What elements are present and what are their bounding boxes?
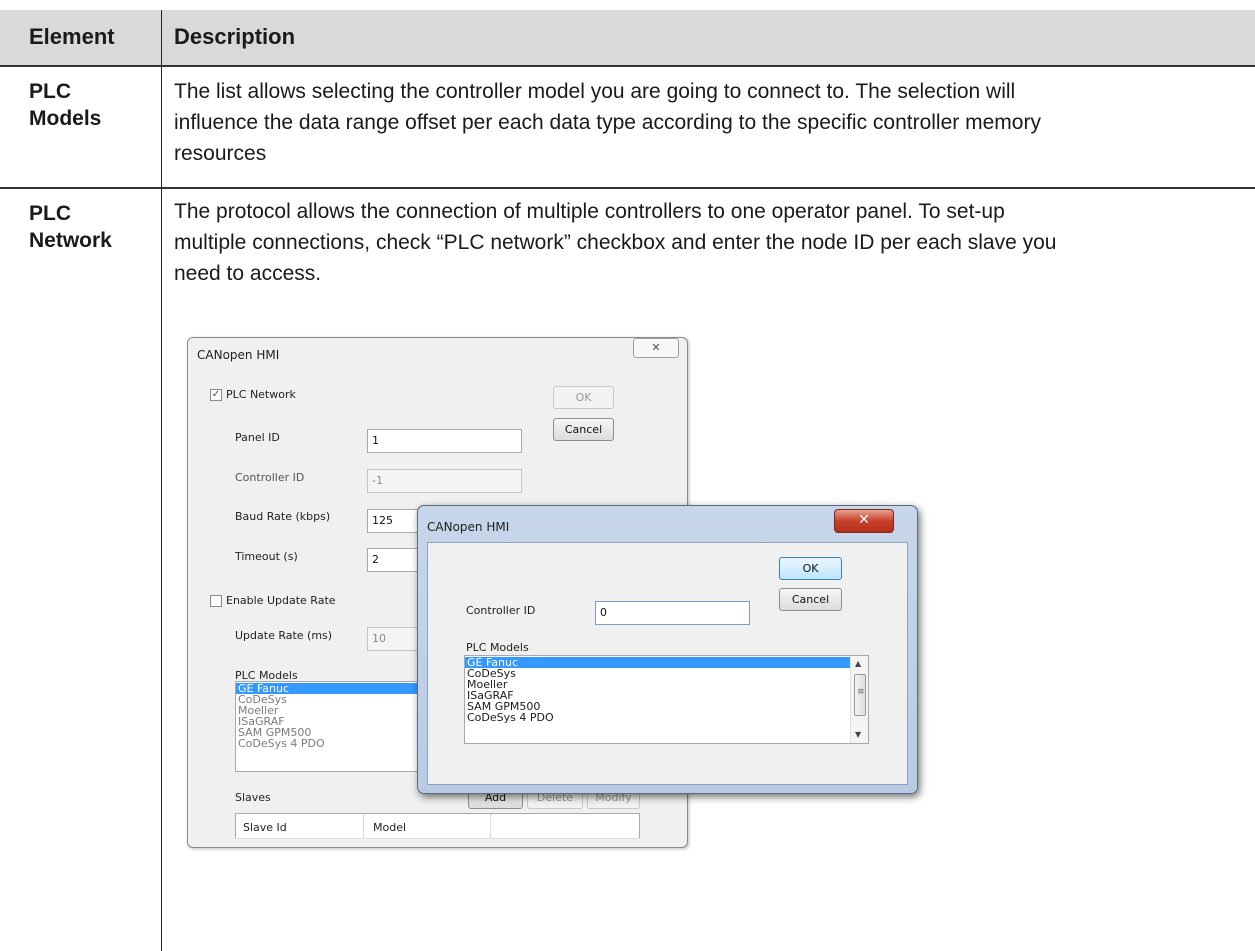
description-line: need to access. xyxy=(174,262,322,285)
list-item[interactable]: Moeller xyxy=(465,679,868,690)
column-separator xyxy=(363,814,364,838)
scroll-down-icon[interactable]: ▼ xyxy=(855,730,861,739)
row-element-line: PLC xyxy=(29,80,71,103)
popup-controller-id-label: Controller ID xyxy=(466,604,536,617)
controller-id-label: Controller ID xyxy=(235,471,305,484)
row-description-plc-network: The protocol allows the connection of mu… xyxy=(174,196,1249,289)
grid-header-border xyxy=(235,838,640,839)
popup-dialog-title: CANopen HMI xyxy=(427,520,510,534)
scroll-thumb[interactable]: ≡ xyxy=(854,674,866,716)
dialog-title: CANopen HMI xyxy=(197,348,280,362)
scroll-grip-icon: ≡ xyxy=(857,687,865,697)
enable-update-rate-label: Enable Update Rate xyxy=(226,594,336,607)
description-line: multiple connections, check “PLC network… xyxy=(174,231,1057,254)
plc-network-checkbox[interactable]: ✓ xyxy=(210,389,222,401)
ok-button[interactable]: OK xyxy=(553,386,614,409)
row-element-plc-network: PLC Network xyxy=(29,200,112,254)
description-line: resources xyxy=(174,142,267,165)
list-scrollbar[interactable]: ▲ ≡ ▼ xyxy=(850,656,868,743)
column-divider xyxy=(161,10,162,951)
slaves-column-model[interactable]: Model xyxy=(373,821,406,834)
description-line: influence the data range offset per each… xyxy=(174,111,1041,134)
popup-plc-models-list[interactable]: GE Fanuc CoDeSys Moeller ISaGRAF SAM GPM… xyxy=(464,655,869,744)
description-line: The protocol allows the connection of mu… xyxy=(174,200,1005,223)
panel-id-label: Panel ID xyxy=(235,431,280,444)
baud-rate-label: Baud Rate (kbps) xyxy=(235,510,331,523)
panel-id-input[interactable]: 1 xyxy=(367,429,522,453)
timeout-label: Timeout (s) xyxy=(235,550,298,563)
list-item[interactable]: CoDeSys xyxy=(465,668,868,679)
slaves-column-slave-id[interactable]: Slave Id xyxy=(243,821,287,834)
list-item[interactable]: GE Fanuc xyxy=(465,657,850,668)
cancel-button[interactable]: Cancel xyxy=(553,418,614,441)
header-divider xyxy=(0,65,1255,67)
row-element-line: Models xyxy=(29,107,102,130)
row-element-plc-models: PLC Models xyxy=(29,78,101,132)
popup-ok-button[interactable]: OK xyxy=(779,557,842,580)
row-element-line: PLC xyxy=(29,202,71,225)
list-item[interactable]: CoDeSys 4 PDO xyxy=(465,712,868,723)
row-element-line: Network xyxy=(29,229,112,252)
popup-plc-models-label: PLC Models xyxy=(466,641,529,654)
close-icon[interactable]: ✕ xyxy=(633,338,679,358)
column-header-description: Description xyxy=(174,24,296,49)
controller-id-input[interactable]: -1 xyxy=(367,469,522,493)
column-separator xyxy=(490,814,491,838)
row-divider xyxy=(0,187,1255,189)
popup-controller-id-input[interactable]: 0 xyxy=(595,601,750,625)
scroll-up-icon[interactable]: ▲ xyxy=(855,659,861,668)
enable-update-rate-checkbox[interactable] xyxy=(210,595,222,607)
popup-cancel-button[interactable]: Cancel xyxy=(779,588,842,611)
update-rate-label: Update Rate (ms) xyxy=(235,629,333,642)
close-icon[interactable]: ✕ xyxy=(834,509,894,533)
slaves-label: Slaves xyxy=(235,791,271,804)
description-line: The list allows selecting the controller… xyxy=(174,80,1016,103)
plc-network-label: PLC Network xyxy=(226,388,296,401)
row-description-plc-models: The list allows selecting the controller… xyxy=(174,76,1249,169)
slaves-grid[interactable]: Slave Id Model xyxy=(235,813,640,838)
column-header-element: Element xyxy=(29,24,115,49)
